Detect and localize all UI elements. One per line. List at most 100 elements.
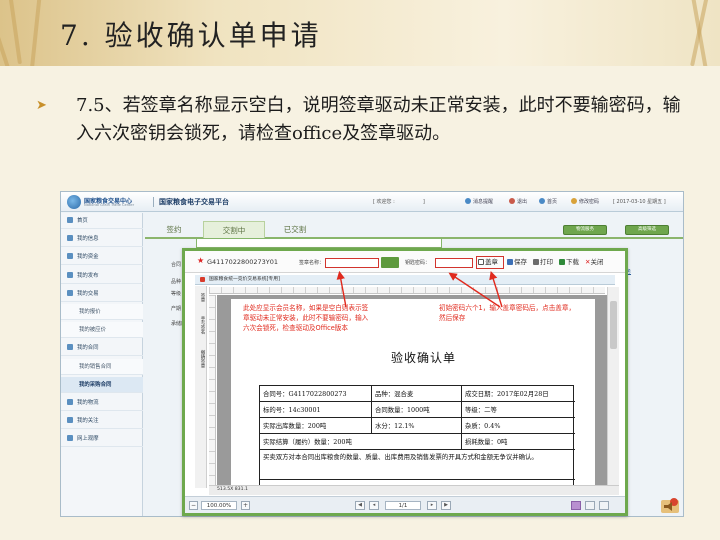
document-tab-icon [200, 277, 205, 282]
app-topbar: 国家粮食交易中心 National Grain Trade Center 国家粮… [61, 192, 683, 212]
logo: 国家粮食交易中心 National Grain Trade Center [67, 195, 147, 209]
tab-bar: 签约 交割中 已交割 物流服务 高级筛选 [145, 221, 683, 239]
continuous-view-button[interactable] [585, 501, 595, 510]
home-icon [539, 198, 545, 204]
sidebar-item-icon [67, 271, 73, 278]
close-button[interactable]: ✕关闭 [585, 257, 603, 268]
two-page-view-button[interactable] [599, 501, 609, 510]
wheat-decoration [30, 0, 43, 66]
sidebar-item[interactable]: 我的发布 [61, 268, 143, 284]
logistics-service-button[interactable]: 物流服务 [563, 225, 607, 235]
sidebar-item-icon [67, 253, 73, 260]
sidebar-item-label: 我的报价 [79, 309, 101, 315]
annotation-left: 此处应显示会员名称，如果是空白则表示签章驱动未正常安装，此时不要输密码，输入六次… [243, 304, 369, 332]
sidebar-item-label: 首页 [77, 218, 88, 224]
change-password-link[interactable]: 修改密码 [571, 198, 599, 205]
advanced-filter-button[interactable]: 高级筛选 [625, 225, 669, 235]
slide-title: 7. 验收确认单申请 [60, 19, 322, 52]
sidebar-item-icon [67, 399, 73, 405]
sidebar-item[interactable]: 我的信息 [61, 231, 143, 248]
lock-icon [571, 198, 577, 204]
sidebar-item[interactable]: 我的销售合同 [61, 358, 143, 375]
sign-name-label: 签章名称： [299, 260, 325, 266]
zoom-out-button[interactable]: − [189, 501, 198, 510]
sidebar-item-icon [67, 417, 73, 424]
sign-select-button[interactable] [381, 257, 399, 268]
sidebar-item[interactable]: 我的报价 [61, 304, 143, 320]
order-id: G4117022800273Y01 [207, 258, 279, 266]
vertical-scrollbar[interactable] [607, 287, 619, 487]
undo-sign-tool-button[interactable]: 撤销签章 [197, 346, 205, 372]
handwrite-tool-button[interactable]: 手写签名 [197, 310, 205, 340]
slide-header: 7. 验收确认单申请 [0, 0, 720, 66]
sidebar-item-label: 我的资金 [77, 254, 99, 261]
sidebar-item-label: 我的交易 [77, 290, 99, 297]
sidebar-item[interactable]: 我的交易 [61, 286, 143, 302]
single-page-view-button[interactable] [571, 501, 581, 510]
table-note-cell: 买卖双方对本合同出库粮食的数量、质量、出库费用及销售发票的开具方式和金额无争议并… [260, 450, 575, 480]
tab-delivering[interactable]: 交割中 [203, 221, 265, 239]
modal-toolbar: ★ G4117022800273Y01 签章名称： 钥匙密码： 盖章 保存 打印… [185, 251, 625, 273]
save-button[interactable]: 保存 [507, 257, 527, 268]
first-page-button[interactable]: ◀ [355, 501, 365, 510]
welcome-text: [ 欢迎您 :] [373, 199, 425, 205]
save-icon [507, 258, 513, 265]
sign-name-field[interactable] [325, 258, 379, 268]
acceptance-table: 合同号：G4117022800273 品种：混合麦 成交日期：2017年02月2… [259, 385, 575, 485]
star-icon: ★ [197, 256, 205, 265]
bell-icon [465, 198, 471, 204]
tab-sign[interactable]: 签约 [149, 221, 199, 239]
sidebar-item[interactable]: 我的物流 [61, 395, 143, 411]
sidebar-item-icon [67, 435, 73, 442]
annotation-right: 初始密码六个1，输入盖章密码后，点击盖章，然后保存 [439, 304, 576, 322]
sidebar-item-label: 我的被应价 [79, 327, 106, 334]
platform-name: 国家粮食电子交易平台 [153, 197, 229, 207]
seal-button[interactable]: 盖章 [478, 257, 498, 268]
sign-tool-button[interactable]: 签章 [197, 290, 205, 304]
table-cell: 杂质：0.4% [462, 418, 575, 434]
sidebar-item[interactable]: 我的资金 [61, 249, 143, 266]
download-button[interactable]: 下载 [559, 257, 579, 268]
sidebar-item[interactable]: 首页 [61, 213, 143, 229]
document-page: 此处应显示会员名称，如果是空白则表示签章驱动未正常安装，此时不要输密码，输入六次… [231, 299, 595, 485]
sidebar-item-label: 我的销售合同 [79, 363, 112, 370]
ruler-vertical [209, 295, 216, 485]
document-title: 验收确认单 [391, 351, 457, 365]
page-field[interactable]: 1/1 [385, 501, 421, 510]
background-frame [196, 238, 442, 248]
document-tab[interactable]: 国家粮食统一竞价交易系统[专用] [195, 275, 615, 285]
table-cell: 实际出库数量：200吨 [260, 418, 372, 434]
key-password-field[interactable] [435, 258, 473, 268]
ruler-horizontal [209, 287, 605, 294]
table-cell: 合同号：G4117022800273 [260, 386, 372, 402]
document-canvas[interactable]: 此处应显示会员名称，如果是空白则表示签章驱动未正常安装，此时不要输密码，输入六次… [217, 295, 607, 485]
speaker-icon [661, 498, 679, 513]
table-cell: 水分：12.1% [372, 418, 462, 434]
sidebar-item[interactable]: 我的采购合同 [61, 376, 143, 393]
table-cell: 合同数量：1000吨 [372, 402, 462, 418]
sidebar-item-label: 我的物流 [77, 400, 99, 406]
zoom-in-button[interactable]: + [241, 501, 250, 510]
bullet-text: 7.5、若签章名称显示空白，说明签章驱动未正常安装，此时不要输密码，输入六次密钥… [76, 95, 681, 144]
logout-link[interactable]: 退出 [509, 198, 527, 205]
home-link[interactable]: 首页 [539, 198, 557, 205]
print-button[interactable]: 打印 [533, 257, 553, 268]
tab-delivered[interactable]: 已交割 [269, 221, 321, 239]
sidebar-item-label: 我的合同 [77, 345, 99, 352]
zoom-field[interactable]: 100.00% [201, 501, 237, 510]
sidebar-item-label: 我的发布 [77, 272, 99, 279]
date-text: [ 2017-03-10 星期五 ] [613, 199, 666, 205]
sidebar-item[interactable]: 我的被应价 [61, 322, 143, 339]
sidebar-item[interactable]: 我的关注 [61, 413, 143, 430]
scrollbar-thumb[interactable] [610, 301, 617, 349]
sidebar-item[interactable]: 网上观摩 [61, 431, 143, 448]
notifications-link[interactable]: 消息提醒 [465, 198, 493, 205]
bullet-arrow-icon: ➤ [36, 98, 47, 113]
prev-page-button[interactable]: ◂ [369, 501, 379, 510]
table-cell: 等级：二等 [462, 402, 575, 418]
download-icon [559, 258, 565, 265]
sidebar-item-label: 我的采购合同 [79, 381, 112, 388]
next-page-button[interactable]: ▸ [427, 501, 437, 510]
sidebar-item[interactable]: 我的合同 [61, 340, 143, 357]
last-page-button[interactable]: ▶ [441, 501, 451, 510]
